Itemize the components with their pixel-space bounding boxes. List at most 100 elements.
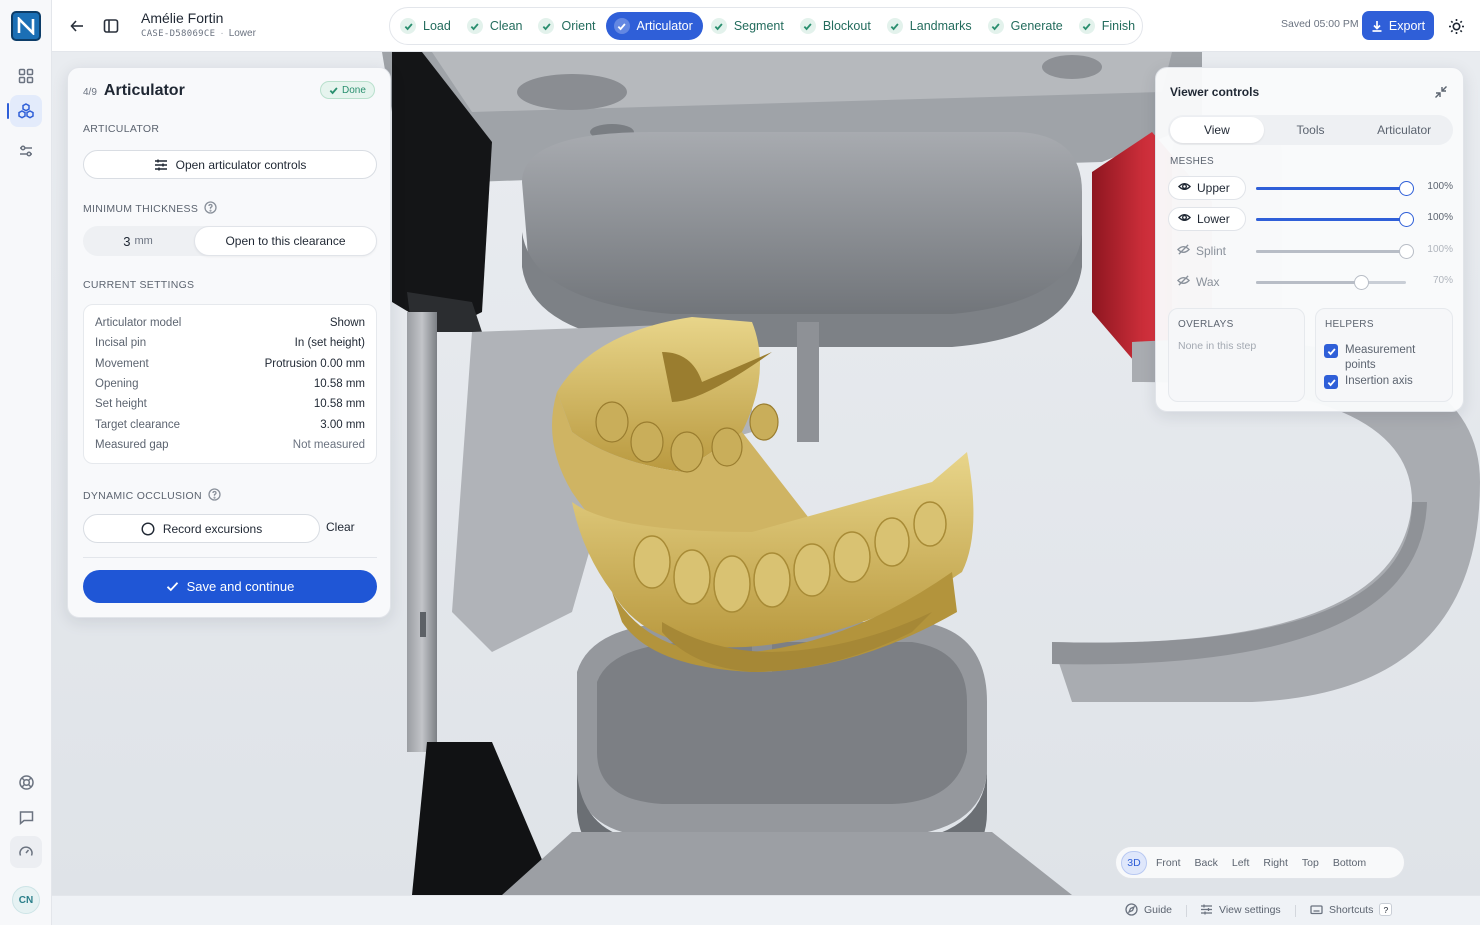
mesh-visibility-toggle[interactable]: Upper (1168, 176, 1246, 200)
step-label: Clean (489, 19, 523, 33)
adjustments-sliders-icon[interactable] (10, 135, 42, 167)
setting-row: Measured gap Not measured (95, 435, 365, 455)
opacity-slider[interactable] (1256, 212, 1414, 227)
n-logo-icon[interactable] (11, 11, 41, 41)
overlays-empty-text: None in this step (1178, 340, 1257, 352)
check-icon (886, 18, 903, 34)
guide-label: Guide (1144, 903, 1173, 916)
panel-header: 4/9 Articulator (83, 82, 185, 100)
mesh-row-splint: Splint 100% (1168, 239, 1453, 263)
divider (83, 557, 377, 558)
bottom-bar: Guide View settings Shortcuts ? (52, 895, 1480, 925)
step-blockout[interactable]: Blockout (794, 12, 879, 40)
setting-key: Articulator model (95, 317, 182, 330)
mesh-name: Lower (1197, 212, 1230, 226)
step-label: Generate (1010, 19, 1063, 33)
step-generate[interactable]: Generate (982, 12, 1071, 40)
setting-row: Incisal pin In (set height) (95, 333, 365, 353)
view-presets-bar: 3D Front Back Left Right Top Bottom (1115, 846, 1405, 879)
check-icon (400, 18, 416, 34)
mesh-row-wax: Wax 70% (1168, 270, 1453, 294)
opacity-slider[interactable] (1256, 244, 1414, 259)
mesh-visibility-toggle[interactable]: Splint (1168, 239, 1246, 263)
collapse-icon[interactable] (1434, 85, 1448, 99)
helper-label: Insertion axis (1345, 375, 1413, 387)
dynamic-occlusion-section-label: DYNAMIC OCCLUSION (83, 488, 221, 504)
slider-handle[interactable] (1399, 244, 1414, 259)
patient-name: Amélie Fortin (141, 10, 224, 26)
opacity-slider[interactable] (1256, 181, 1414, 196)
back-arrow-icon[interactable] (65, 14, 89, 38)
support-lifebuoy-icon[interactable] (10, 766, 42, 798)
view-settings-button[interactable]: View settings (1200, 903, 1281, 916)
dashboard-grid-icon[interactable] (10, 60, 42, 92)
view-preset-left[interactable]: Left (1227, 851, 1255, 875)
current-settings-section-label: CURRENT SETTINGS (83, 279, 194, 291)
record-excursions-button[interactable]: Record excursions (83, 514, 320, 543)
step-clean[interactable]: Clean (461, 12, 531, 40)
checkbox-checked-icon (1324, 375, 1338, 389)
step-segment[interactable]: Segment (705, 12, 792, 40)
user-avatar[interactable]: CN (12, 886, 40, 914)
helper-checkbox[interactable]: Insertion axis (1324, 374, 1445, 389)
opacity-slider[interactable] (1256, 275, 1406, 290)
min-thickness-label-text: MINIMUM THICKNESS (83, 203, 199, 215)
tab-articulator[interactable]: Articulator (1357, 117, 1451, 143)
view-preset-back[interactable]: Back (1190, 851, 1223, 875)
case-id: CASE-D58069CE (141, 29, 216, 39)
theme-sun-icon[interactable] (1444, 14, 1468, 38)
settings-sliders-icon (1201, 904, 1212, 915)
viewer-tabs: View Tools Articulator (1168, 115, 1453, 145)
step-load[interactable]: Load (394, 12, 459, 40)
slider-handle[interactable] (1399, 212, 1414, 227)
models-cubes-icon[interactable] (7, 95, 42, 127)
slider-handle[interactable] (1399, 181, 1414, 196)
footer-divider (1186, 905, 1187, 917)
toggle-sidebar-icon[interactable] (99, 14, 123, 38)
clear-button[interactable]: Clear (326, 520, 355, 534)
shortcuts-button[interactable]: Shortcuts ? (1310, 903, 1393, 916)
mesh-visibility-toggle[interactable]: Wax (1168, 270, 1246, 294)
helper-checkbox[interactable]: Measurement points (1324, 343, 1445, 373)
meshes-section-label: MESHES (1170, 156, 1215, 167)
setting-key: Measured gap (95, 438, 169, 451)
step-finish[interactable]: Finish (1073, 12, 1143, 40)
panel-title: Articulator (103, 82, 185, 99)
view-preset-front[interactable]: Front (1151, 851, 1186, 875)
step-landmarks[interactable]: Landmarks (881, 12, 980, 40)
view-preset-right[interactable]: Right (1258, 851, 1293, 875)
setting-row: Target clearance 3.00 mm (95, 414, 365, 434)
slider-fill (1256, 250, 1406, 253)
export-button[interactable]: Export (1362, 11, 1434, 40)
view-preset-top[interactable]: Top (1297, 851, 1324, 875)
thickness-value: 3 (123, 233, 131, 249)
step-articulator[interactable]: Articulator (605, 12, 703, 40)
performance-gauge-icon[interactable] (10, 836, 42, 868)
view-settings-label: View settings (1219, 903, 1281, 916)
help-icon[interactable] (204, 201, 217, 217)
step-orient[interactable]: Orient (532, 12, 603, 40)
thickness-input[interactable]: 3 mm (83, 226, 193, 256)
setting-key: Opening (95, 378, 139, 391)
top-bar: Amélie Fortin CASE-D58069CE · Lower Load Cl… (52, 0, 1480, 52)
setting-value: Shown (329, 317, 365, 330)
mesh-visibility-toggle[interactable]: Lower (1168, 207, 1246, 231)
setting-value: 3.00 mm (320, 418, 365, 431)
tab-tools[interactable]: Tools (1264, 117, 1358, 143)
step-panel: 4/9 Articulator Done ARTICULATOR Open ar… (67, 67, 391, 618)
arch-label: Lower (228, 28, 256, 39)
slider-handle[interactable] (1354, 275, 1369, 290)
open-articulator-controls-button[interactable]: Open articulator controls (83, 150, 377, 179)
guide-button[interactable]: Guide (1125, 903, 1172, 916)
save-and-continue-button[interactable]: Save and continue (83, 570, 377, 603)
slider-fill (1256, 187, 1406, 190)
open-to-clearance-button[interactable]: Open to this clearance (194, 226, 377, 256)
view-preset-3d[interactable]: 3D (1121, 850, 1147, 875)
help-icon[interactable] (208, 488, 221, 504)
setting-value: 10.58 mm (313, 398, 365, 411)
setting-key: Incisal pin (95, 337, 147, 350)
feedback-chat-icon[interactable] (10, 801, 42, 833)
tab-view[interactable]: View (1170, 117, 1264, 143)
mesh-name: Splint (1196, 244, 1227, 258)
view-preset-bottom[interactable]: Bottom (1328, 851, 1371, 875)
